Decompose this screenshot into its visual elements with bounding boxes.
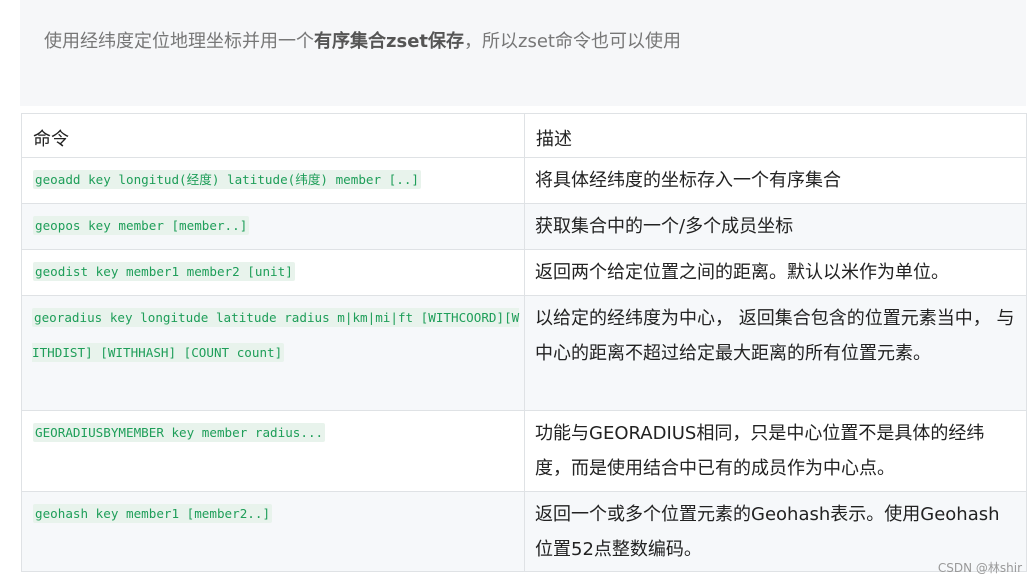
command-code: geodist key member1 member2 [unit] <box>33 262 295 281</box>
header-description: 描述 <box>524 113 1027 158</box>
table-row: georadius key longitude latitude radius … <box>21 295 1027 411</box>
note-bold: 有序集合zset保存 <box>314 31 465 52</box>
command-code: geopos key member [member..] <box>33 216 250 235</box>
command-cell: geoadd key longitud(经度) latitude(纬度) mem… <box>21 157 525 204</box>
command-cell: geodist key member1 member2 [unit] <box>21 249 525 296</box>
command-code: georadius key longitude latitude radius … <box>32 308 520 362</box>
command-code: geohash key member1 [member2..] <box>33 504 273 523</box>
command-cell: geohash key member1 [member2..] <box>21 491 525 572</box>
command-cell: GEORADIUSBYMEMBER key member radius... <box>21 410 525 492</box>
table-row: geohash key member1 [member2..] 返回一个或多个位… <box>21 491 1027 572</box>
table-row: geodist key member1 member2 [unit] 返回两个给… <box>21 249 1027 296</box>
description-cell: 将具体经纬度的坐标存入一个有序集合 <box>524 157 1027 204</box>
table-header-row: 命令 描述 <box>21 113 1027 158</box>
note-suffix: ，所以zset命令也可以使用 <box>464 31 681 52</box>
description-cell: 返回两个给定位置之间的距离。默认以米作为单位。 <box>524 249 1027 296</box>
command-code: geoadd key longitud(经度) latitude(纬度) mem… <box>33 170 421 189</box>
watermark: CSDN @林shir <box>937 561 1022 575</box>
command-cell: georadius key longitude latitude radius … <box>21 295 525 411</box>
description-cell: 以给定的经纬度为中心， 返回集合包含的位置元素当中， 与中心的距离不超过给定最大… <box>524 295 1027 411</box>
geo-commands-table: 命令 描述 geoadd key longitud(经度) latitude(纬… <box>21 113 1027 572</box>
table-row: GEORADIUSBYMEMBER key member radius... 功… <box>21 410 1027 492</box>
note-prefix: 使用经纬度定位地理坐标并用一个 <box>44 31 314 52</box>
header-command: 命令 <box>21 113 525 158</box>
command-code: GEORADIUSBYMEMBER key member radius... <box>33 423 326 442</box>
description-cell: 获取集合中的一个/多个成员坐标 <box>524 203 1027 250</box>
description-cell: 功能与GEORADIUS相同，只是中心位置不是具体的经纬度，而是使用结合中已有的… <box>524 410 1027 492</box>
note-block: 使用经纬度定位地理坐标并用一个有序集合zset保存，所以zset命令也可以使用 <box>20 0 1026 106</box>
table-row: geopos key member [member..] 获取集合中的一个/多个… <box>21 203 1027 250</box>
command-cell: geopos key member [member..] <box>21 203 525 250</box>
table-row: geoadd key longitud(经度) latitude(纬度) mem… <box>21 157 1027 204</box>
